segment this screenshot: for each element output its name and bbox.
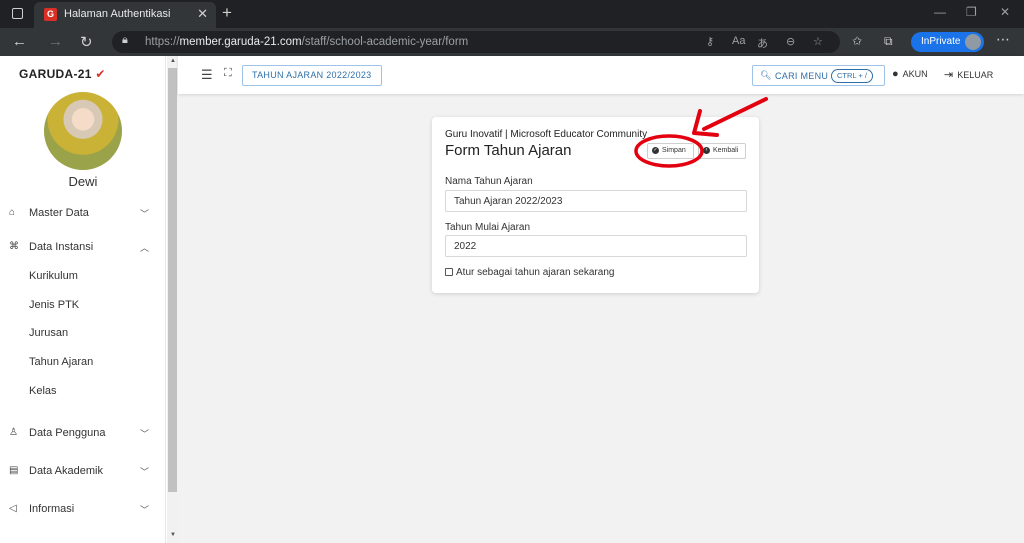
- home-icon: ⌂: [9, 207, 16, 218]
- institution-icon: ⌘: [9, 241, 19, 252]
- logout-icon: ⇥: [944, 69, 954, 81]
- more-options-icon[interactable]: ⋯: [996, 31, 1010, 48]
- megaphone-icon: ◁: [9, 503, 17, 514]
- close-window-icon[interactable]: ✕: [1000, 5, 1010, 19]
- user-name: Dewi: [68, 174, 98, 189]
- brand-logo[interactable]: GARUDA-21 ✔: [19, 67, 106, 81]
- minimize-icon[interactable]: —: [934, 5, 946, 19]
- scrollbar-thumb[interactable]: [168, 68, 177, 492]
- top-navbar: ☰ ⛶ TAHUN AJARAN 2022/2023 🔍︎ CARI MENU …: [178, 56, 1024, 94]
- sidebar-subitem-kelas[interactable]: Kelas: [29, 385, 57, 397]
- name-field-label: Nama Tahun Ajaran: [445, 176, 533, 187]
- sidebar-item-data-pengguna[interactable]: ♙ Data Pengguna ﹀: [0, 422, 166, 446]
- account-icon: ●: [892, 68, 899, 80]
- profile-avatar: [965, 34, 981, 50]
- favorite-add-icon[interactable]: ☆: [813, 35, 823, 48]
- user-avatar: [44, 92, 122, 170]
- read-aloud-icon[interactable]: Aa: [732, 35, 745, 47]
- scroll-down-icon[interactable]: ▼: [170, 532, 176, 538]
- tab-title: Halaman Authentikasi: [64, 8, 171, 20]
- chevron-down-icon: ﹀: [140, 505, 150, 515]
- sidebar-subitem-kurikulum[interactable]: Kurikulum: [29, 270, 78, 282]
- shortcut-badge: CTRL + /: [831, 69, 873, 83]
- sidebar-item-label: Master Data: [29, 207, 89, 219]
- garuda-bird-icon: ✔: [95, 67, 106, 81]
- sidebar-item-master-data[interactable]: ⌂ Master Data ﹀: [0, 202, 166, 226]
- key-icon[interactable]: ⚷: [706, 35, 714, 48]
- account-label: AKUN: [902, 69, 928, 79]
- logout-button[interactable]: ⇥ KELUAR: [944, 68, 993, 81]
- inprivate-button[interactable]: InPrivate: [911, 32, 984, 52]
- search-menu-button[interactable]: 🔍︎ CARI MENU CTRL + /: [752, 65, 885, 86]
- sidebar-item-label: Data Pengguna: [29, 427, 106, 439]
- page-title: Form Tahun Ajaran: [445, 142, 572, 159]
- sidebar-subitem-jurusan[interactable]: Jurusan: [29, 327, 68, 339]
- academic-year-button[interactable]: TAHUN AJARAN 2022/2023: [242, 65, 382, 86]
- forward-icon[interactable]: →: [48, 33, 63, 50]
- chevron-up-icon: ︿: [140, 243, 150, 253]
- inprivate-label: InPrivate: [921, 36, 961, 47]
- save-label: Simpan: [662, 147, 686, 154]
- user-icon: ♙: [9, 427, 18, 438]
- sidebar-item-informasi[interactable]: ◁ Informasi ﹀: [0, 498, 166, 522]
- chevron-down-icon: ﹀: [140, 209, 150, 219]
- sidebar-item-label: Data Akademik: [29, 465, 103, 477]
- form-card: Guru Inovatif | Microsoft Educator Commu…: [432, 117, 759, 293]
- fullscreen-icon[interactable]: ⛶: [224, 67, 232, 80]
- chevron-down-icon: ﹀: [140, 429, 150, 439]
- new-tab-icon[interactable]: +: [222, 3, 232, 23]
- browser-tab-bar: G Halaman Authentikasi ✕ + — ❐ ✕: [0, 0, 1024, 28]
- current-year-checkbox[interactable]: Atur sebagai tahun ajaran sekarang: [445, 267, 614, 278]
- url-text: https://member.garuda-21.com/staff/schoo…: [145, 36, 469, 48]
- browser-tab[interactable]: G Halaman Authentikasi ✕: [34, 2, 216, 28]
- back-circle-icon: ‹: [703, 147, 710, 154]
- window-menu-icon[interactable]: [12, 8, 23, 19]
- start-year-input[interactable]: 2022: [445, 235, 747, 257]
- hamburger-menu-icon[interactable]: ☰: [201, 67, 213, 83]
- save-button[interactable]: ✓ Simpan: [647, 143, 694, 159]
- sidebar: GARUDA-21 ✔ Dewi ⌂ Master Data ﹀ ⌘ Data …: [0, 56, 166, 543]
- close-tab-icon[interactable]: ✕: [197, 6, 208, 22]
- back-icon[interactable]: ←: [12, 33, 27, 50]
- checkbox-label: Atur sebagai tahun ajaran sekarang: [456, 267, 615, 278]
- lock-icon[interactable]: 🔒︎: [122, 34, 128, 47]
- site-favicon-icon: G: [44, 8, 57, 21]
- checkbox-box[interactable]: [445, 268, 453, 276]
- sidebar-item-data-akademik[interactable]: ▤ Data Akademik ﹀: [0, 460, 166, 484]
- favorites-icon[interactable]: ✩: [852, 34, 862, 48]
- search-menu-label: CARI MENU: [775, 71, 829, 81]
- sidebar-item-label: Informasi: [29, 503, 75, 515]
- back-label: Kembali: [713, 147, 739, 154]
- restore-icon[interactable]: ❐: [966, 5, 977, 19]
- logout-label: KELUAR: [957, 70, 994, 80]
- url-field[interactable]: 🔒︎ https://member.garuda-21.com/staff/sc…: [112, 31, 840, 53]
- zoom-icon[interactable]: ⊖: [786, 35, 795, 48]
- search-icon: 🔍︎: [760, 70, 772, 80]
- sidebar-subitem-jenis-ptk[interactable]: Jenis PTK: [29, 299, 79, 311]
- address-bar: ← → ↻ 🔒︎ https://member.garuda-21.com/st…: [0, 28, 1024, 56]
- sidebar-scrollbar[interactable]: ▲ ▼: [167, 56, 178, 543]
- back-button[interactable]: ‹ Kembali: [698, 143, 746, 159]
- check-circle-icon: ✓: [652, 147, 659, 154]
- sidebar-subitem-tahun-ajaran[interactable]: Tahun Ajaran: [29, 356, 93, 368]
- collections-icon[interactable]: ⧉: [884, 34, 893, 49]
- start-year-label: Tahun Mulai Ajaran: [445, 222, 531, 233]
- translate-icon[interactable]: あ: [757, 35, 768, 51]
- sidebar-item-data-instansi[interactable]: ⌘ Data Instansi ︿: [0, 236, 166, 260]
- book-icon: ▤: [9, 465, 19, 476]
- chevron-down-icon: ﹀: [140, 467, 150, 477]
- main-content: ☰ ⛶ TAHUN AJARAN 2022/2023 🔍︎ CARI MENU …: [178, 56, 1024, 543]
- academic-year-name-input[interactable]: Tahun Ajaran 2022/2023: [445, 190, 747, 212]
- scroll-up-icon[interactable]: ▲: [170, 58, 176, 64]
- account-button[interactable]: ● AKUN: [892, 68, 928, 80]
- reload-icon[interactable]: ↻: [80, 33, 93, 51]
- organization-name: Guru Inovatif | Microsoft Educator Commu…: [445, 129, 648, 140]
- sidebar-item-label: Data Instansi: [29, 241, 94, 253]
